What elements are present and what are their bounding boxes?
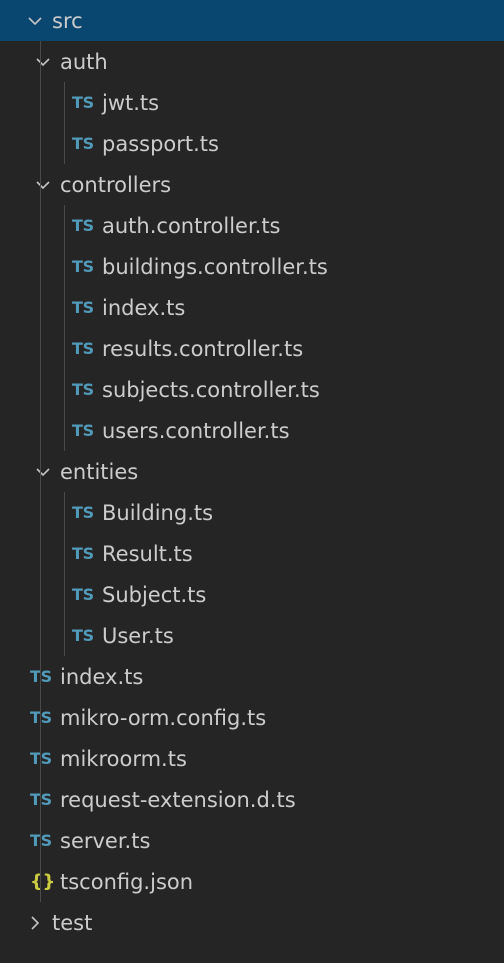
tree-file[interactable]: TS users.controller.ts [0,410,504,451]
typescript-file-icon: TS [72,134,94,153]
tree-item-label: passport.ts [102,131,219,156]
indent-guide [64,82,65,164]
chevron-down-icon [24,10,46,32]
tree-file[interactable]: TS subjects.controller.ts [0,369,504,410]
tree-item-label: results.controller.ts [102,336,304,361]
tree-file[interactable]: TS buildings.controller.ts [0,246,504,287]
tree-folder-test[interactable]: test [0,902,504,943]
typescript-file-icon: TS [30,790,60,809]
typescript-file-icon: TS [72,585,94,604]
tree-item-label: server.ts [60,828,151,853]
tree-file[interactable]: TS index.ts [0,287,504,328]
tree-item-label: test [52,910,93,935]
chevron-right-icon [24,912,46,934]
tree-item-label: Result.ts [102,541,193,566]
tree-file[interactable]: TS passport.ts [0,123,504,164]
tree-folder-src[interactable]: src [0,0,504,41]
tree-item-label: entities [60,459,139,484]
tree-file[interactable]: TS Result.ts [0,533,504,574]
tree-file[interactable]: TSserver.ts [0,820,504,861]
tree-file[interactable]: TS User.ts [0,615,504,656]
typescript-file-icon: TS [72,626,94,645]
tree-item-label: src [52,8,83,33]
tree-file[interactable]: TSmikro-orm.config.ts [0,697,504,738]
tree-file[interactable]: TS auth.controller.ts [0,205,504,246]
tree-file[interactable]: TS Building.ts [0,492,504,533]
tree-item-label: index.ts [102,295,186,320]
typescript-file-icon: TS [72,298,94,317]
explorer-file-tree: src auth TS jwt.ts TS passport.ts controllers T… [0,0,504,963]
typescript-file-icon: TS [30,749,60,768]
typescript-file-icon: TS [72,339,94,358]
chevron-down-icon [32,174,54,196]
tree-file[interactable]: TSindex.ts [0,656,504,697]
tree-item-label: mikro-orm.config.ts [60,705,267,730]
tree-item-label: jwt.ts [102,90,160,115]
typescript-file-icon: TS [72,93,94,112]
tree-folder-controllers[interactable]: controllers [0,164,504,205]
typescript-file-icon: TS [72,257,94,276]
typescript-file-icon: TS [30,708,60,727]
typescript-file-icon: TS [30,667,60,686]
tree-item-label: buildings.controller.ts [102,254,328,279]
tree-file[interactable]: TS jwt.ts [0,82,504,123]
indent-guide [64,492,65,656]
tree-item-label: users.controller.ts [102,418,290,443]
tree-item-label: request-extension.d.ts [60,787,296,812]
typescript-file-icon: TS [72,544,94,563]
tree-item-label: index.ts [60,664,144,689]
tree-file[interactable]: TS results.controller.ts [0,328,504,369]
tree-item-label: controllers [60,172,172,197]
tree-item-label: Building.ts [102,500,214,525]
typescript-file-icon: TS [30,831,60,850]
typescript-file-icon: TS [72,380,94,399]
tree-item-label: auth [60,49,108,74]
tree-item-label: User.ts [102,623,174,648]
tree-item-label: mikroorm.ts [60,746,187,771]
tree-file[interactable]: TSmikroorm.ts [0,738,504,779]
json-file-icon: {} [30,871,56,892]
chevron-down-icon [32,51,54,73]
tree-item-label: tsconfig.json [60,869,194,894]
typescript-file-icon: TS [72,216,94,235]
typescript-file-icon: TS [72,421,94,440]
typescript-file-icon: TS [72,503,94,522]
tree-item-label: auth.controller.ts [102,213,281,238]
chevron-down-icon [32,461,54,483]
tree-folder-entities[interactable]: entities [0,451,504,492]
indent-guide [64,205,65,451]
tree-file[interactable]: TSrequest-extension.d.ts [0,779,504,820]
tree-file[interactable]: TS Subject.ts [0,574,504,615]
tree-item-label: subjects.controller.ts [102,377,320,402]
tree-file[interactable]: {} tsconfig.json [0,861,504,902]
indent-guide [40,41,41,902]
tree-folder-auth[interactable]: auth [0,41,504,82]
tree-item-label: Subject.ts [102,582,207,607]
